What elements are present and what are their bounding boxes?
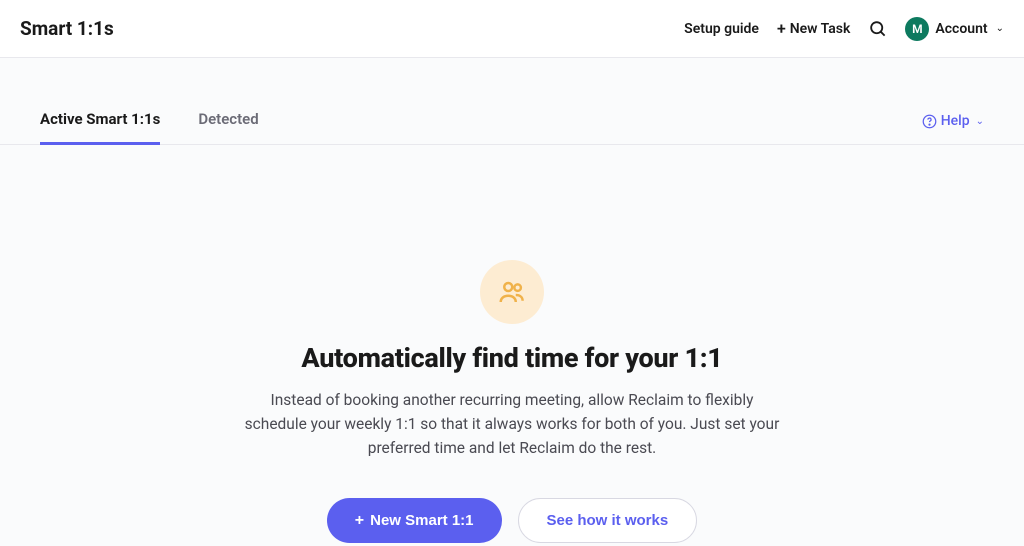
tab-active-smart-11s[interactable]: Active Smart 1:1s xyxy=(40,98,160,145)
help-icon xyxy=(922,114,937,129)
empty-state-description: Instead of booking another recurring mee… xyxy=(242,388,782,460)
see-how-it-works-button[interactable]: See how it works xyxy=(518,498,698,543)
empty-state: Automatically find time for your 1:1 Ins… xyxy=(0,260,1024,543)
primary-cta-label: New Smart 1:1 xyxy=(370,512,473,529)
tabs: Active Smart 1:1s Detected xyxy=(40,98,259,144)
help-label: Help xyxy=(941,113,970,129)
account-label: Account xyxy=(935,21,987,37)
help-link[interactable]: Help ⌄ xyxy=(922,113,984,129)
people-icon xyxy=(480,260,544,324)
avatar: M xyxy=(905,17,929,41)
tab-detected[interactable]: Detected xyxy=(198,98,258,145)
new-task-label: New Task xyxy=(790,21,851,37)
empty-state-title: Automatically find time for your 1:1 xyxy=(20,342,1004,374)
plus-icon: + xyxy=(777,21,786,37)
new-smart-11-button[interactable]: + New Smart 1:1 xyxy=(327,498,502,543)
chevron-down-icon: ⌄ xyxy=(976,116,984,127)
header-actions: Setup guide + New Task M Account ⌄ xyxy=(684,17,1004,41)
tabs-row: Active Smart 1:1s Detected Help ⌄ xyxy=(0,98,1024,145)
cta-row: + New Smart 1:1 See how it works xyxy=(20,498,1004,543)
search-icon[interactable] xyxy=(868,19,887,38)
account-menu[interactable]: M Account ⌄ xyxy=(905,17,1004,41)
chevron-down-icon: ⌄ xyxy=(996,23,1004,34)
page-title: Smart 1:1s xyxy=(20,17,114,40)
setup-guide-link[interactable]: Setup guide xyxy=(684,21,759,37)
plus-icon: + xyxy=(355,513,364,529)
header: Smart 1:1s Setup guide + New Task M Acco… xyxy=(0,0,1024,58)
new-task-button[interactable]: + New Task xyxy=(777,21,850,37)
